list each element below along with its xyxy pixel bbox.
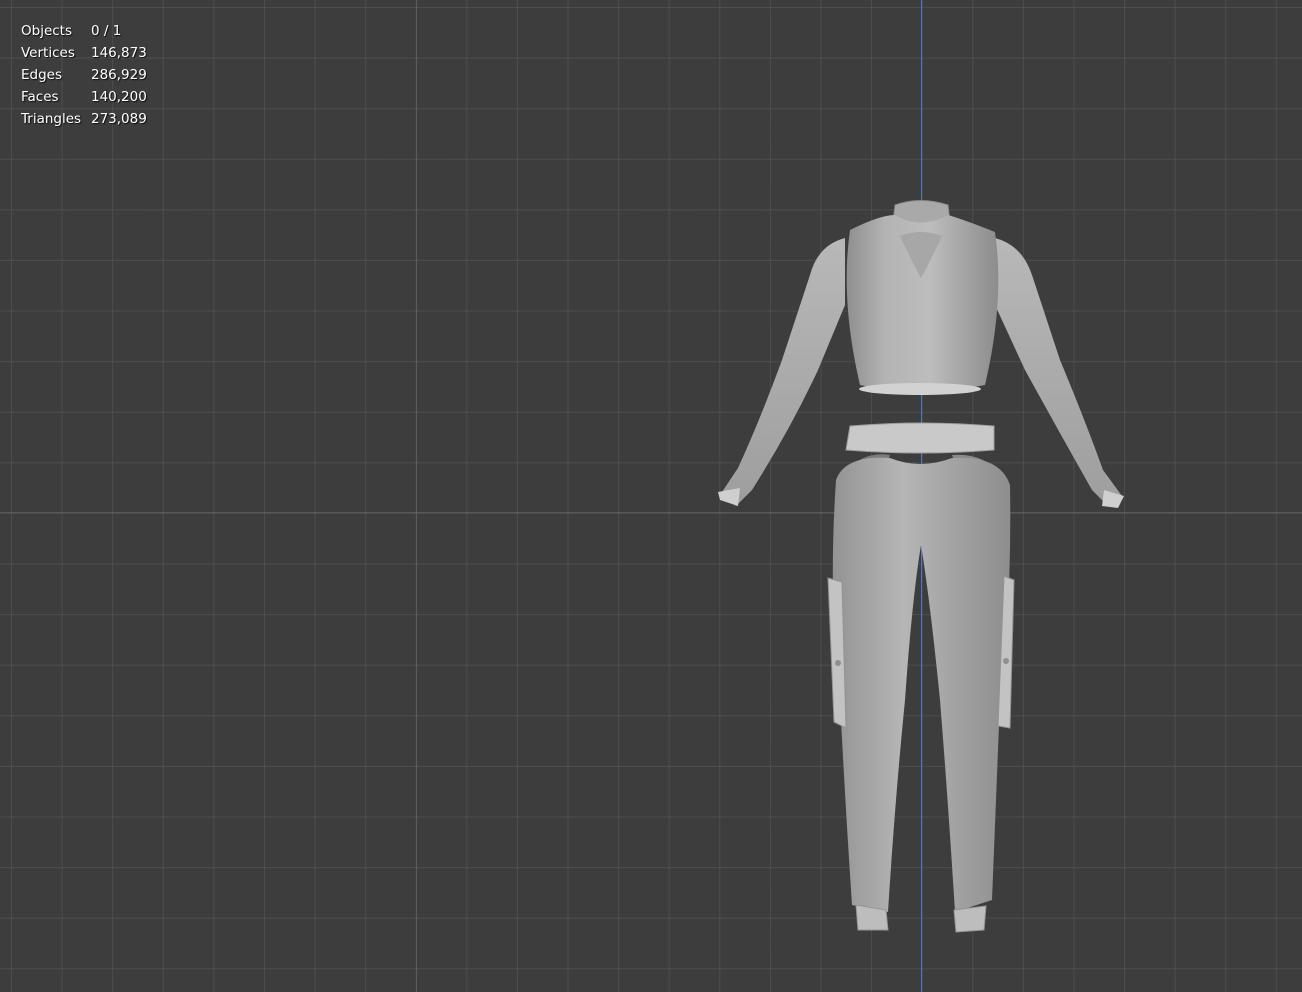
stat-objects: Objects 0 / 1 — [21, 20, 147, 42]
stat-label: Triangles — [21, 111, 82, 127]
stat-triangles: Triangles 273,089 — [21, 108, 147, 130]
stat-edges: Edges 286,929 — [21, 64, 147, 86]
crop-top — [718, 200, 1124, 508]
3d-viewport[interactable]: Objects 0 / 1 Vertices 146,873 Edges 286… — [0, 0, 1302, 992]
stat-label: Faces — [21, 89, 59, 105]
stat-vertices: Vertices 146,873 — [21, 42, 147, 64]
stat-value: 140,200 — [91, 89, 147, 105]
statistics-overlay: Objects 0 / 1 Vertices 146,873 Edges 286… — [21, 20, 147, 130]
stat-faces: Faces 140,200 — [21, 86, 147, 108]
stat-value: 0 / 1 — [91, 23, 122, 39]
stat-value: 146,873 — [91, 45, 147, 61]
stat-label: Vertices — [21, 45, 75, 61]
cargo-pants — [827, 422, 1015, 933]
stat-label: Edges — [21, 67, 63, 83]
stat-value: 273,089 — [91, 111, 147, 127]
stat-label: Objects — [21, 23, 73, 39]
stat-value: 286,929 — [91, 67, 147, 83]
outfit-mesh[interactable] — [0, 0, 1302, 992]
